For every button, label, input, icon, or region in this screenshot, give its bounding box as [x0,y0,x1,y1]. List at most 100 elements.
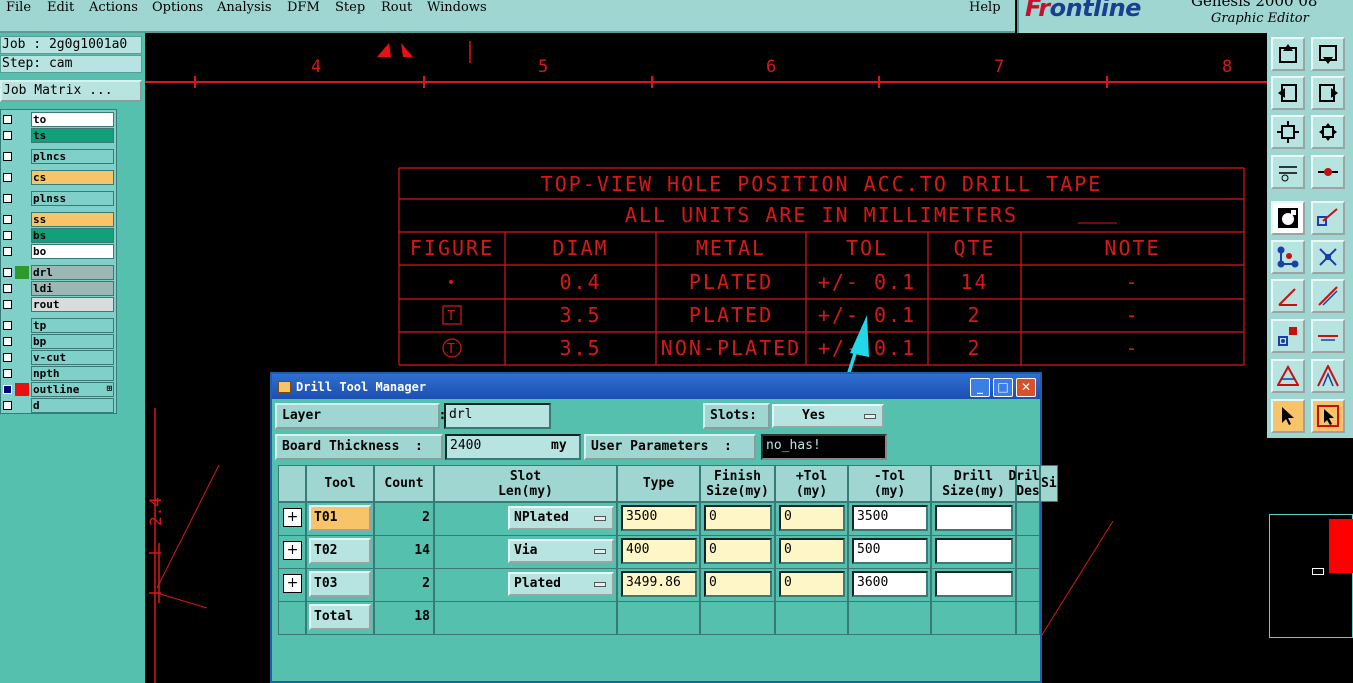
measure-icon[interactable] [1271,155,1305,189]
layer-row-bo[interactable]: bo [1,244,118,259]
pan-up-icon[interactable] [1271,37,1305,71]
tool-button[interactable]: T03 [309,571,371,597]
layer-row-plnss[interactable]: plnss [1,191,118,206]
column-header[interactable]: Si [1040,465,1058,502]
layer-row-drl[interactable]: drl [1,265,118,280]
finish-size-field[interactable]: 400 [621,538,697,564]
delete-feature-icon[interactable] [1311,240,1345,274]
layer-checkbox[interactable] [3,247,12,256]
user-parameters-field[interactable]: no_has! [761,434,887,460]
layer-checkbox[interactable] [3,194,12,203]
pan-right-icon[interactable] [1311,76,1345,110]
layer-name[interactable]: bp [31,334,114,349]
zoom-out-icon[interactable] [1271,115,1305,149]
menu-options[interactable]: Options [152,0,203,15]
pointer-icon[interactable] [1271,399,1305,433]
layer-row-npth[interactable]: npth [1,366,118,381]
line-angle-icon[interactable] [1271,279,1305,313]
close-icon[interactable]: ✕ [1016,378,1036,397]
layer-name[interactable]: tp [31,318,114,333]
layer-name[interactable]: rout [31,297,114,312]
menu-step[interactable]: Step [335,0,365,15]
tool-button[interactable]: T02 [309,538,371,564]
layer-checkbox[interactable] [3,337,12,346]
layer-name[interactable]: ldi [31,281,114,296]
type-dropdown[interactable]: Via [508,539,614,563]
plus-tol-field[interactable]: 0 [704,505,772,531]
layer-checkbox[interactable] [3,131,12,140]
job-matrix-button[interactable]: Job Matrix ... [0,80,142,102]
column-header[interactable]: Drill Des [1008,465,1048,502]
column-header[interactable]: +Tol (my) [775,465,848,502]
drill-size-field[interactable]: 3500 [852,505,928,531]
snap-icon[interactable] [1311,155,1345,189]
menu-dfm[interactable]: DFM [287,0,320,15]
layer-checkbox[interactable] [3,401,12,410]
finish-size-field[interactable]: 3500 [621,505,697,531]
layer-name[interactable]: v-cut [31,350,114,365]
layer-checkbox[interactable] [3,300,12,309]
menu-rout[interactable]: Rout [381,0,412,15]
layer-row-v-cut[interactable]: v-cut [1,350,118,365]
layer-row-cs[interactable]: cs [1,170,118,185]
layer-name[interactable]: plnss [31,191,114,206]
overview-minimap[interactable] [1267,438,1353,683]
layer-row-ldi[interactable]: ldi [1,281,118,296]
type-dropdown[interactable]: Plated [508,572,614,596]
slots-dropdown[interactable]: Yes [772,404,884,428]
layer-name[interactable]: plncs [31,149,114,164]
layer-name[interactable]: cs [31,170,114,185]
layer-checkbox[interactable] [3,152,12,161]
layer-name[interactable]: bo [31,244,114,259]
layer-name[interactable]: npth [31,366,114,381]
layer-name[interactable]: outline ⊞ [31,382,114,397]
expand-row-icon[interactable]: + [283,508,302,527]
peak-icon[interactable] [1311,359,1345,393]
menu-windows[interactable]: Windows [427,0,487,15]
drill-des-field[interactable] [935,538,1013,564]
dialog-titlebar[interactable]: Drill Tool Manager _ □ ✕ [272,374,1040,399]
minus-tol-field[interactable]: 0 [779,571,845,597]
layer-checkbox[interactable] [3,321,12,330]
plus-tol-field[interactable]: 0 [704,571,772,597]
layer-row-tp[interactable]: tp [1,318,118,333]
drill-des-field[interactable] [935,505,1013,531]
connect-nodes-icon[interactable] [1271,240,1305,274]
layer-field[interactable]: drl [444,403,551,429]
layer-checkbox[interactable] [3,353,12,362]
layer-name[interactable]: ss [31,212,114,227]
tool-button[interactable]: T01 [309,505,371,531]
add-feature-icon[interactable] [1311,201,1345,235]
menu-edit[interactable]: Edit [47,0,74,15]
layer-row-plncs[interactable]: plncs [1,149,118,164]
layer-checkbox[interactable] [3,268,12,277]
layer-name[interactable]: bs [31,228,114,243]
menu-actions[interactable]: Actions [89,0,138,15]
menu-file[interactable]: File [6,0,31,15]
layer-row-d[interactable]: d [1,398,118,413]
column-header[interactable]: Drill Size(my) [931,465,1016,502]
layer-row-ss[interactable]: ss [1,212,118,227]
zoom-in-icon[interactable] [1311,115,1345,149]
column-header[interactable]: Tool [306,465,374,502]
layer-name[interactable]: drl [31,265,114,280]
select-feature-icon[interactable] [1271,201,1305,235]
drill-des-field[interactable] [935,571,1013,597]
layer-row-bs[interactable]: bs [1,228,118,243]
column-header[interactable]: -Tol (my) [848,465,931,502]
layer-name[interactable]: d [31,398,114,413]
total-button[interactable]: Total [309,604,371,630]
pan-left-icon[interactable] [1271,76,1305,110]
pointer-box-icon[interactable] [1311,399,1345,433]
maximize-icon[interactable]: □ [993,378,1013,397]
drill-size-field[interactable]: 3600 [852,571,928,597]
column-header[interactable]: Finish Size(my) [700,465,775,502]
line-horizontal-icon[interactable] [1311,319,1345,353]
layer-checkbox[interactable] [3,385,12,394]
expand-row-icon[interactable]: + [283,574,302,593]
expand-row-icon[interactable]: + [283,541,302,560]
finish-size-field[interactable]: 3499.86 [621,571,697,597]
triangle-icon[interactable] [1271,359,1305,393]
minus-tol-field[interactable]: 0 [779,505,845,531]
layer-checkbox[interactable] [3,369,12,378]
